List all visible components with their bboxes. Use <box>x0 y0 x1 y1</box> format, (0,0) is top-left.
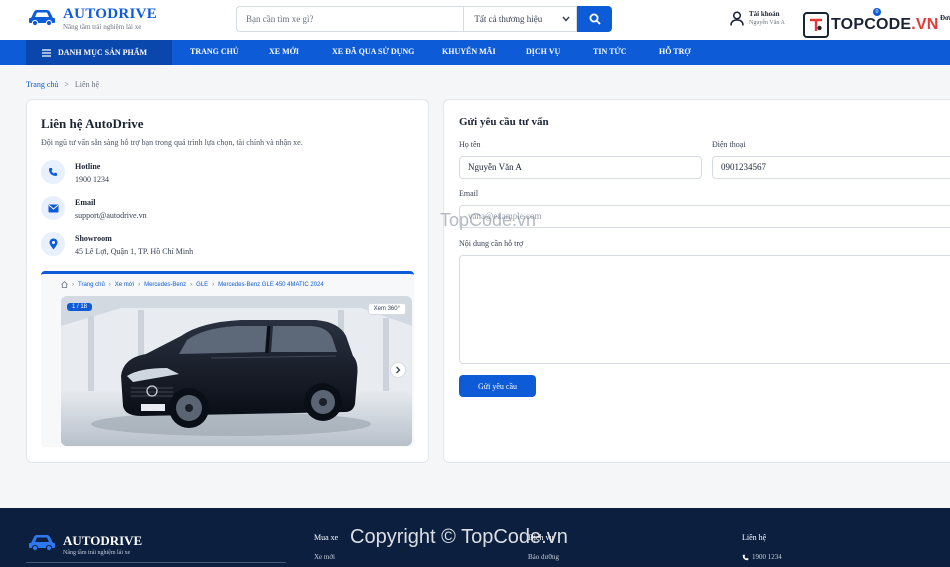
nav-item-news[interactable]: TIN TỨC <box>593 47 627 56</box>
topcode-mark-icon <box>803 12 829 38</box>
search-input[interactable] <box>236 6 464 32</box>
breadcrumb-current: Liên hệ <box>74 80 100 89</box>
car-logo-icon <box>29 10 55 26</box>
nav-item-support[interactable]: HỖ TRỢ <box>659 47 691 56</box>
topcode-watermark-logo: TOPCODE.VN <box>803 12 939 38</box>
footer-hotline-value: 1900 1234 <box>752 553 782 561</box>
car-showcase: › Trang chủ › Xe mới › Mercedes-Benz › G… <box>41 271 414 447</box>
form-title: Gửi yêu cầu tư vấn <box>459 116 549 128</box>
showroom-label: Showroom <box>75 234 112 243</box>
footer-tagline: Nâng tầm trải nghiệm lái xe <box>63 550 131 556</box>
user-icon <box>730 11 744 26</box>
car-photo[interactable]: 1 / 18 Xem 360° <box>61 296 412 446</box>
view-360-label: Xem 360° <box>373 306 400 312</box>
nav-item-services[interactable]: DỊCH VỤ <box>526 47 560 56</box>
nav-item-used-cars[interactable]: XE ĐÃ QUA SỬ DỤNG <box>332 47 414 56</box>
account-label: Tài khoản <box>749 10 780 18</box>
search-icon <box>589 13 601 25</box>
phone-icon <box>41 160 65 184</box>
footer-link-maintenance[interactable]: Bảo dưỡng <box>528 553 559 561</box>
car-logo-icon <box>29 535 55 551</box>
suv-car-image <box>61 296 412 446</box>
main-nav: DANH MỤC SẢN PHẨM TRANG CHỦ XE MỚI XE ĐÃ… <box>0 40 950 65</box>
hotline-label: Hotline <box>75 162 101 171</box>
submit-button[interactable]: Gửi yêu cầu <box>459 375 536 397</box>
hotline-row: Hotline 1900 1234 <box>41 160 109 186</box>
account-menu[interactable]: Tài khoản Nguyễn Văn A <box>730 9 785 28</box>
consultation-form-card: Gửi yêu cầu tư vấn Họ tên Nguyễn Văn A Đ… <box>443 99 950 463</box>
name-field[interactable]: Nguyễn Văn A <box>459 156 702 179</box>
message-textarea[interactable] <box>459 255 950 364</box>
brand-logo[interactable]: AUTODRIVE Nâng tầm trải nghiệm lái xe <box>28 6 157 33</box>
copyright-watermark: Copyright © TopCode.vn <box>350 526 568 548</box>
top-bar: AUTODRIVE Nâng tầm trải nghiệm lái xe Tấ… <box>0 0 950 40</box>
footer-col-buy-title: Mua xe <box>314 533 339 542</box>
name-label: Họ tên <box>459 140 481 149</box>
search-button[interactable] <box>577 6 612 32</box>
showcase-crumb-home[interactable]: Trang chủ <box>78 282 105 288</box>
view-360-button[interactable]: Xem 360° <box>367 303 406 315</box>
topcode-text: TOPCODE.VN <box>831 16 939 33</box>
home-icon <box>61 281 68 288</box>
chevron-down-icon <box>562 16 570 22</box>
hotline-value[interactable]: 1900 1234 <box>75 174 109 186</box>
showcase-crumb-brand[interactable]: Mercedes-Benz <box>144 282 186 288</box>
email-label: Email <box>75 198 96 207</box>
footer-divider <box>26 562 286 563</box>
mail-icon <box>41 196 65 220</box>
showcase-crumb-model[interactable]: GLE <box>196 282 208 288</box>
nav-item-promotions[interactable]: KHUYẾN MÃI <box>442 47 496 56</box>
nav-item-home[interactable]: TRANG CHỦ <box>190 47 239 56</box>
breadcrumb-home[interactable]: Trang chủ <box>26 80 58 89</box>
showroom-value: 45 Lê Lợi, Quận 1, TP. Hồ Chí Minh <box>75 247 194 256</box>
email-row: Email support@autodrive.vn <box>41 196 147 222</box>
next-photo-button[interactable] <box>390 362 406 378</box>
footer-brand: AUTODRIVE <box>63 533 143 548</box>
footer-link-new-cars[interactable]: Xe mới <box>314 553 335 561</box>
brand-name: AUTODRIVE <box>63 6 158 22</box>
phone-label: Điện thoại <box>712 140 746 149</box>
photo-counter-badge: 1 / 18 <box>67 303 93 311</box>
footer-hotline[interactable]: 1900 1234 <box>742 553 782 561</box>
brand-tagline: Nâng tầm trải nghiệm lái xe <box>63 23 142 31</box>
chevron-right-icon <box>396 366 401 374</box>
contact-info-card: Liên hệ AutoDrive Đội ngũ tư vấn sẵn sàn… <box>26 99 429 463</box>
brand-filter-select[interactable]: Tất cả thương hiệu <box>463 6 578 32</box>
center-watermark: TopCode.vn <box>440 210 537 230</box>
email-label: Email <box>459 189 479 198</box>
showroom-row: Showroom 45 Lê Lợi, Quận 1, TP. Hồ Chí M… <box>41 232 193 258</box>
account-name: Nguyễn Văn A <box>749 20 785 26</box>
orders-label[interactable]: Đơn <box>940 14 950 22</box>
breadcrumb: Trang chủ > Liên hệ <box>26 80 99 89</box>
category-menu-button[interactable]: DANH MỤC SẢN PHẨM <box>26 40 172 65</box>
location-icon <box>41 232 65 256</box>
footer-col-contact-title: Liên hệ <box>742 533 767 542</box>
email-value[interactable]: support@autodrive.vn <box>75 210 147 222</box>
contact-title: Liên hệ AutoDrive <box>41 116 144 131</box>
message-label: Nội dung cần hỗ trợ <box>459 239 524 248</box>
search-bar: Tất cả thương hiệu <box>236 6 612 32</box>
submit-label: Gửi yêu cầu <box>478 381 517 391</box>
phone-icon <box>742 554 749 560</box>
showcase-crumb-current: Mercedes-Benz GLE 450 4MATIC 2024 <box>218 281 324 288</box>
footer: AUTODRIVE Nâng tầm trải nghiệm lái xe Mu… <box>0 508 950 567</box>
cart-count-badge: 0 <box>873 8 881 16</box>
breadcrumb-separator: > <box>64 80 69 89</box>
showcase-breadcrumb: › Trang chủ › Xe mới › Mercedes-Benz › G… <box>61 281 324 288</box>
menu-icon <box>42 48 51 57</box>
brand-filter-value: Tất cả thương hiệu <box>474 14 543 24</box>
contact-description: Đội ngũ tư vấn sẵn sàng hỗ trợ bạn trong… <box>41 138 303 147</box>
category-menu-label: DANH MỤC SẢN PHẨM <box>58 48 148 57</box>
footer-logo[interactable]: AUTODRIVE Nâng tầm trải nghiệm lái xe <box>28 533 142 558</box>
showcase-crumb-new[interactable]: Xe mới <box>115 282 134 288</box>
phone-field[interactable]: 0901234567 <box>712 156 950 179</box>
nav-item-new-cars[interactable]: XE MỚI <box>269 47 299 56</box>
